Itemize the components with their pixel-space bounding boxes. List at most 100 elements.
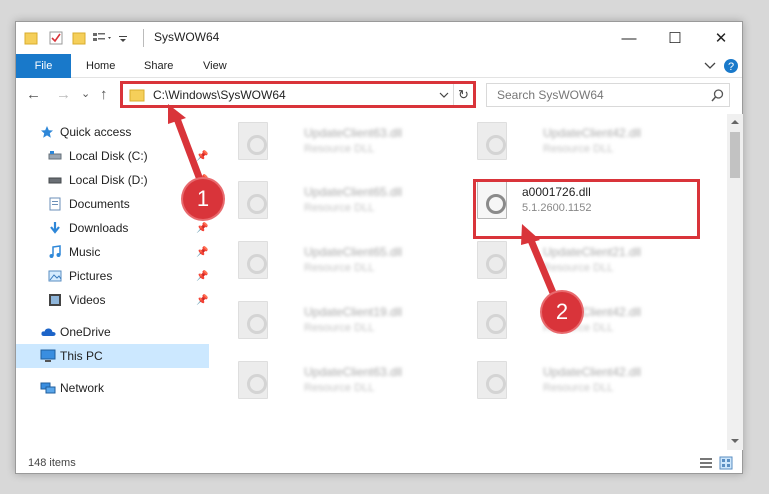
chevron-down-icon[interactable] xyxy=(704,62,716,70)
sidebar-item-label: OneDrive xyxy=(60,325,111,339)
sidebar-item-network[interactable]: Network xyxy=(16,376,209,400)
dll-file-icon xyxy=(238,301,268,339)
file-name: UpdateClient65.dll xyxy=(304,245,403,259)
step-2-marker: 2 xyxy=(542,292,582,332)
drive-icon xyxy=(48,177,62,184)
network-icon xyxy=(40,382,56,394)
new-folder-icon[interactable] xyxy=(72,30,86,46)
sidebar-item-label: This PC xyxy=(60,349,103,363)
tab-home[interactable]: Home xyxy=(86,54,115,78)
folder-icon[interactable] xyxy=(24,30,38,46)
svg-text:?: ? xyxy=(728,61,734,73)
ribbon: File Home Share View ? xyxy=(16,54,742,78)
sidebar-item-quick-access[interactable]: Quick access xyxy=(16,120,209,144)
document-icon xyxy=(49,197,61,211)
cloud-icon xyxy=(41,328,56,336)
tab-share[interactable]: Share xyxy=(144,54,173,78)
list-item[interactable]: UpdateClient19.dll Resource DLL xyxy=(238,297,468,345)
list-item[interactable]: UpdateClient42.dll Resource DLL xyxy=(477,297,707,345)
quick-access-toolbar xyxy=(24,29,128,47)
list-item[interactable]: UpdateClient65.dll Resource DLL xyxy=(238,177,468,225)
sidebar-item-label: Quick access xyxy=(60,125,132,139)
search-box[interactable]: Search SysWOW64 xyxy=(486,83,730,107)
list-item[interactable]: UpdateClient42.dll Resource DLL xyxy=(477,357,707,405)
file-description: Resource DLL xyxy=(543,262,614,274)
sidebar-item-music[interactable]: Music 📌 xyxy=(16,240,209,264)
file-description: Resource DLL xyxy=(543,143,614,155)
search-icon xyxy=(711,89,724,102)
vertical-scrollbar[interactable] xyxy=(727,114,743,450)
back-button[interactable]: ← xyxy=(26,86,41,103)
file-description: Resource DLL xyxy=(543,382,614,394)
properties-icon[interactable] xyxy=(48,30,64,46)
sidebar-item-label: Videos xyxy=(69,293,106,307)
details-view-icon[interactable] xyxy=(699,457,713,469)
file-name: UpdateClient63.dll xyxy=(304,365,403,379)
music-icon xyxy=(49,245,61,258)
step-1-marker: 1 xyxy=(183,179,223,219)
picture-icon xyxy=(48,270,62,282)
up-button[interactable]: ↑ xyxy=(100,86,108,103)
minimize-button[interactable]: — xyxy=(606,22,652,54)
sidebar-item-label: Documents xyxy=(69,197,130,211)
search-placeholder: Search SysWOW64 xyxy=(497,88,604,102)
status-bar: 148 items xyxy=(16,452,742,474)
sidebar-item-label: Downloads xyxy=(69,221,129,235)
video-icon xyxy=(49,294,61,306)
help-icon[interactable]: ? xyxy=(723,58,739,74)
window-title: SysWOW64 xyxy=(154,30,220,44)
dll-file-icon xyxy=(238,361,268,399)
list-item[interactable]: UpdateClient63.dll Resource DLL xyxy=(238,357,468,405)
file-description: Resource DLL xyxy=(304,143,375,155)
dll-file-icon xyxy=(238,241,268,279)
dll-file-icon xyxy=(477,122,507,160)
forward-button[interactable]: → xyxy=(56,86,71,103)
file-name: UpdateClient19.dll xyxy=(304,305,403,319)
sidebar-item-videos[interactable]: Videos 📌 xyxy=(16,288,209,312)
computer-icon xyxy=(40,349,56,362)
tab-view[interactable]: View xyxy=(203,54,227,78)
item-count: 148 items xyxy=(28,457,76,469)
file-description: Resource DLL xyxy=(304,262,375,274)
file-name: UpdateClient65.dll xyxy=(304,185,403,199)
dll-file-icon xyxy=(477,361,507,399)
view-options-icon[interactable] xyxy=(92,30,114,46)
sidebar-item-local-disk-c[interactable]: Local Disk (C:) 📌 xyxy=(16,144,209,168)
title-bar: SysWOW64 — ☐ ✕ xyxy=(16,22,742,54)
dll-file-icon xyxy=(477,241,507,279)
list-item[interactable]: UpdateClient21.dll Resource DLL xyxy=(477,237,707,285)
file-highlight-box xyxy=(473,179,700,239)
address-highlight-box xyxy=(120,81,476,108)
file-name: UpdateClient63.dll xyxy=(304,126,403,140)
list-item[interactable]: UpdateClient42.dll Resource DLL xyxy=(477,118,707,166)
sidebar-item-documents[interactable]: Documents 📌 xyxy=(16,192,209,216)
scrollbar-thumb[interactable] xyxy=(730,132,740,178)
file-description: Resource DLL xyxy=(304,202,375,214)
scroll-down-icon[interactable] xyxy=(731,438,739,444)
file-name: UpdateClient42.dll xyxy=(543,126,642,140)
sidebar-item-downloads[interactable]: Downloads 📌 xyxy=(16,216,209,240)
pin-icon: 📌 xyxy=(196,294,209,306)
sidebar-item-label: Music xyxy=(69,245,101,259)
star-icon xyxy=(41,126,53,138)
customize-toolbar-icon[interactable] xyxy=(118,30,128,46)
large-icons-view-icon[interactable] xyxy=(719,456,733,470)
sidebar-item-label: Local Disk (C:) xyxy=(69,149,148,163)
recent-locations-button[interactable]: ⌄ xyxy=(81,87,90,100)
file-explorer-window: SysWOW64 — ☐ ✕ File Home Share View ? ← … xyxy=(15,21,743,474)
sidebar-item-label: Pictures xyxy=(69,269,113,283)
sidebar-item-onedrive[interactable]: OneDrive xyxy=(16,320,209,344)
list-item[interactable]: UpdateClient63.dll Resource DLL xyxy=(238,118,468,166)
tab-file[interactable]: File xyxy=(16,54,71,78)
sidebar-item-pictures[interactable]: Pictures 📌 xyxy=(16,264,209,288)
file-description: Resource DLL xyxy=(304,382,375,394)
scroll-up-icon[interactable] xyxy=(731,119,739,125)
list-item[interactable]: UpdateClient65.dll Resource DLL xyxy=(238,237,468,285)
close-button[interactable]: ✕ xyxy=(698,22,744,54)
maximize-button[interactable]: ☐ xyxy=(652,22,698,54)
pin-icon: 📌 xyxy=(196,270,209,282)
sidebar-item-local-disk-d[interactable]: Local Disk (D:) 📌 xyxy=(16,168,209,192)
sidebar-item-this-pc[interactable]: This PC xyxy=(16,344,209,368)
minimize-icon: — xyxy=(621,29,637,47)
close-icon: ✕ xyxy=(714,30,728,47)
